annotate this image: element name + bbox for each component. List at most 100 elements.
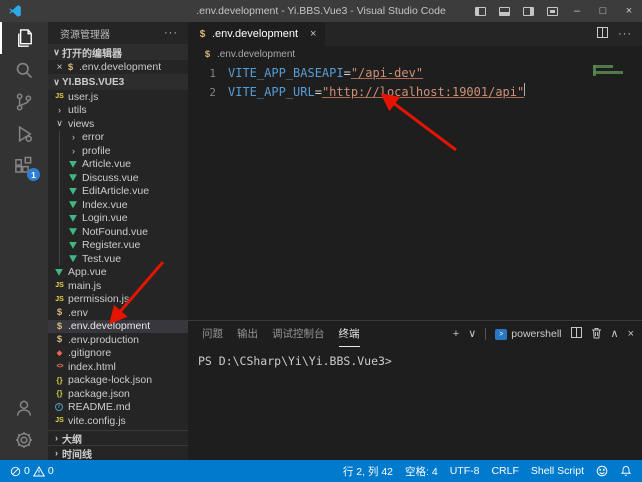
tab-env-development[interactable]: $ .env.development ×: [188, 22, 325, 46]
chevron-down-icon: ∨: [51, 77, 62, 88]
file-item-Register.vue[interactable]: Register.vue: [48, 239, 188, 253]
minimap[interactable]: [593, 65, 639, 77]
indent-guide: [59, 158, 68, 172]
breadcrumb-file[interactable]: .env.development: [217, 49, 295, 60]
file-item-NotFound.vue[interactable]: NotFound.vue: [48, 225, 188, 239]
open-editor-item[interactable]: ×$.env.development: [48, 60, 188, 74]
window-title: .env.development - Yi.BBS.Vue3 - Visual …: [196, 5, 446, 17]
terminal-content[interactable]: PS D:\CSharp\Yi\Yi.BBS.Vue3>: [188, 347, 642, 460]
close-editor-icon[interactable]: ×: [54, 62, 65, 73]
shell-env-icon: $: [54, 307, 65, 318]
account-icon[interactable]: [0, 392, 48, 424]
new-terminal-icon[interactable]: +: [453, 329, 459, 340]
item-label: .env: [68, 307, 88, 319]
panel-tab-调试控制台[interactable]: 调试控制台: [272, 321, 325, 347]
env-key-token: VITE_APP_BASEAPI: [228, 64, 344, 83]
activity-bar: 1: [0, 22, 48, 460]
item-label: user.js: [68, 91, 98, 103]
timeline-section-header[interactable]: › 时间线: [48, 445, 188, 460]
window-controls: – □ ×: [468, 0, 642, 22]
file-item-EditArticle.vue[interactable]: EditArticle.vue: [48, 185, 188, 199]
indentation-status[interactable]: 空格: 4: [405, 464, 438, 479]
string-value-token: "http://localhost:19001/api": [322, 83, 524, 102]
item-label: index.html: [68, 361, 116, 373]
folder-item-utils[interactable]: ›utils: [48, 104, 188, 118]
activity-extensions-icon[interactable]: 1: [0, 150, 48, 182]
close-tab-icon[interactable]: ×: [310, 28, 316, 40]
eol-status[interactable]: CRLF: [491, 465, 518, 477]
item-label: App.vue: [68, 266, 107, 278]
settings-gear-icon[interactable]: [0, 424, 48, 456]
item-label: profile: [82, 145, 111, 157]
file-item-Test.vue[interactable]: Test.vue: [48, 252, 188, 266]
breadcrumb[interactable]: $ .env.development: [188, 46, 642, 62]
code-line-1[interactable]: 1VITE_APP_BASEAPI="/api-dev": [188, 64, 642, 83]
folder-item-error[interactable]: ›error: [48, 131, 188, 145]
code-editor[interactable]: 1VITE_APP_BASEAPI="/api-dev"2VITE_APP_UR…: [188, 62, 642, 320]
shell-label: powershell: [511, 328, 561, 340]
split-terminal-icon[interactable]: [571, 327, 582, 341]
activity-explorer-icon[interactable]: [0, 22, 48, 54]
maximize-panel-chevron-icon[interactable]: ∧: [611, 329, 619, 340]
encoding-status[interactable]: UTF-8: [450, 465, 480, 477]
close-panel-icon[interactable]: ×: [628, 329, 634, 340]
activity-source-control-icon[interactable]: [0, 86, 48, 118]
editor-more-actions-icon[interactable]: ···: [618, 28, 632, 40]
vscode-window: .env.development - Yi.BBS.Vue3 - Visual …: [0, 0, 642, 482]
line-number: 1: [188, 64, 216, 83]
toggle-panel-icon[interactable]: [492, 0, 516, 22]
panel-tab-问题[interactable]: 问题: [202, 321, 223, 347]
feedback-smiley-icon[interactable]: [596, 465, 608, 477]
file-item-index.html[interactable]: <>index.html: [48, 360, 188, 374]
activity-search-icon[interactable]: [0, 54, 48, 86]
code-line-2[interactable]: 2VITE_APP_URL="http://localhost:19001/ap…: [188, 83, 642, 102]
file-item-Discuss.vue[interactable]: Discuss.vue: [48, 171, 188, 185]
file-item-README.md[interactable]: iREADME.md: [48, 401, 188, 415]
outline-section-header[interactable]: › 大纲: [48, 430, 188, 445]
project-root-header[interactable]: ∨ YI.BBS.VUE3: [48, 74, 188, 90]
file-item-.env.development[interactable]: $.env.development: [48, 320, 188, 334]
item-label: .gitignore: [68, 347, 111, 359]
notifications-bell-icon[interactable]: [620, 465, 632, 477]
item-label: Article.vue: [82, 158, 131, 170]
file-item-Index.vue[interactable]: Index.vue: [48, 198, 188, 212]
file-item-package.json[interactable]: {}package.json: [48, 387, 188, 401]
explorer-more-actions-icon[interactable]: ···: [164, 27, 178, 39]
folder-item-profile[interactable]: ›profile: [48, 144, 188, 158]
file-item-Article.vue[interactable]: Article.vue: [48, 158, 188, 172]
file-item-.gitignore[interactable]: ◆.gitignore: [48, 347, 188, 361]
open-editors-header[interactable]: ∨ 打开的编辑器: [48, 44, 188, 60]
string-value-token: "/api-dev": [351, 64, 423, 83]
vue-icon: [69, 228, 77, 235]
text-cursor: [524, 83, 525, 96]
chevron-right-icon: ›: [54, 105, 65, 115]
file-item-package-lock.json[interactable]: {}package-lock.json: [48, 374, 188, 388]
folder-item-views[interactable]: ∨views: [48, 117, 188, 131]
terminal-dropdown-chevron-icon[interactable]: ∨: [468, 329, 476, 340]
language-mode-status[interactable]: Shell Script: [531, 465, 584, 477]
file-item-.env.production[interactable]: $.env.production: [48, 333, 188, 347]
file-item-permission.js[interactable]: JSpermission.js: [48, 293, 188, 307]
activity-run-debug-icon[interactable]: [0, 118, 48, 150]
file-item-user.js[interactable]: JSuser.js: [48, 90, 188, 104]
customize-layout-icon[interactable]: [540, 0, 564, 22]
problems-status[interactable]: 0 0: [10, 465, 54, 477]
file-item-main.js[interactable]: JSmain.js: [48, 279, 188, 293]
panel-tab-终端[interactable]: 终端: [339, 321, 360, 347]
shell-env-icon: $: [54, 321, 65, 332]
toggle-primary-sidebar-icon[interactable]: [468, 0, 492, 22]
file-item-vite.config.js[interactable]: JSvite.config.js: [48, 414, 188, 428]
file-item-Login.vue[interactable]: Login.vue: [48, 212, 188, 226]
cursor-position-status[interactable]: 行 2, 列 42: [343, 464, 393, 479]
maximize-button[interactable]: □: [590, 0, 616, 22]
toggle-secondary-sidebar-icon[interactable]: [516, 0, 540, 22]
close-window-button[interactable]: ×: [616, 0, 642, 22]
panel-tab-输出[interactable]: 输出: [237, 321, 258, 347]
shell-selector[interactable]: > powershell: [495, 328, 561, 340]
kill-terminal-trash-icon[interactable]: [591, 327, 602, 342]
split-editor-icon[interactable]: [597, 25, 608, 43]
code-lines: 1VITE_APP_BASEAPI="/api-dev"2VITE_APP_UR…: [188, 64, 642, 102]
file-item-.env[interactable]: $.env: [48, 306, 188, 320]
file-item-App.vue[interactable]: App.vue: [48, 266, 188, 280]
minimize-button[interactable]: –: [564, 0, 590, 22]
